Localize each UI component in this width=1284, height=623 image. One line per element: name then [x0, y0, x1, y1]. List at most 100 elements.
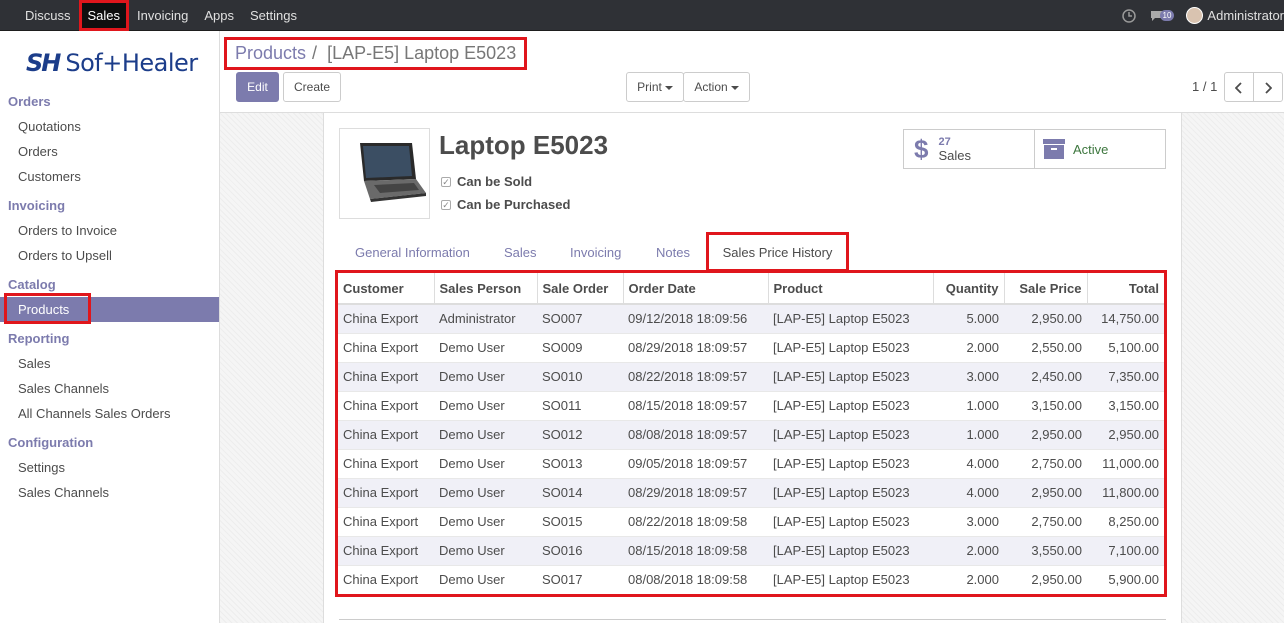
print-dropdown[interactable]: Print	[626, 72, 684, 102]
table-cell: 2,450.00	[1004, 361, 1087, 391]
table-row[interactable]: China Export Demo User SO012 08/08/2018 18:…	[338, 419, 1164, 449]
table-cell: 4.000	[933, 477, 1004, 507]
table-cell: 3,150.00	[1004, 390, 1087, 420]
menu-sales[interactable]: Sales	[78, 0, 130, 31]
column-sales-person[interactable]: Sales Person	[434, 273, 538, 305]
table-cell: 2,550.00	[1004, 332, 1087, 362]
sidebar-item-orders-to-upsell[interactable]: Orders to Upsell	[0, 243, 219, 268]
menu-discuss[interactable]: Discuss	[0, 0, 79, 31]
table-row[interactable]: China Export Demo User SO013 09/05/2018 18:…	[338, 448, 1164, 478]
menu-apps[interactable]: Apps	[196, 0, 242, 31]
column-sale-order[interactable]: Sale Order	[537, 273, 624, 305]
sidebar-item-settings[interactable]: Settings	[0, 455, 219, 480]
user-menu[interactable]: Administrator	[1186, 7, 1284, 24]
systray: 10 Administrator	[1121, 0, 1284, 31]
create-button[interactable]: Create	[283, 72, 341, 102]
product-image[interactable]	[339, 128, 430, 219]
table-cell: SO016	[537, 535, 623, 565]
sidebar-item-all-channels-sales-orders[interactable]: All Channels Sales Orders	[0, 401, 219, 426]
pager-next-button[interactable]	[1253, 72, 1283, 102]
column-quantity[interactable]: Quantity	[933, 273, 1005, 305]
table-cell: 3.000	[933, 506, 1004, 536]
table-cell: Demo User	[434, 390, 537, 420]
table-cell: [LAP-E5] Laptop E5023	[768, 477, 933, 507]
avatar	[1186, 7, 1204, 24]
sidebar-item-orders-to-invoice[interactable]: Orders to Invoice	[0, 218, 219, 243]
table-cell: Administrator	[434, 303, 537, 333]
tab-general-information[interactable]: General Information	[355, 245, 470, 260]
sidebar-item-orders[interactable]: Orders	[0, 139, 219, 164]
can-be-purchased-checkbox[interactable]: ✓ Can be Purchased	[441, 197, 570, 212]
active-toggle-button[interactable]: Active	[1034, 129, 1166, 169]
table-row[interactable]: China Export Demo User SO009 08/29/2018 18:…	[338, 332, 1164, 362]
edit-button[interactable]: Edit	[236, 72, 279, 102]
can-be-sold-checkbox[interactable]: ✓ Can be Sold	[441, 174, 532, 189]
table-cell: SO013	[537, 448, 623, 478]
sidebar-item-products[interactable]: Products	[0, 293, 219, 324]
table-cell: SO014	[537, 477, 623, 507]
sales-label: Sales	[938, 148, 971, 163]
chat-icon[interactable]: 10	[1150, 10, 1175, 22]
tab-sales-price-history[interactable]: Sales Price History	[706, 232, 849, 272]
table-cell: Demo User	[434, 477, 537, 507]
table-cell: China Export	[338, 303, 434, 333]
column-order-date[interactable]: Order Date	[623, 273, 769, 305]
sidebar-group-configuration: Configuration	[8, 435, 94, 450]
table-cell: 2,950.00	[1004, 477, 1087, 507]
column-total[interactable]: Total	[1087, 273, 1164, 305]
tab-invoicing[interactable]: Invoicing	[570, 245, 621, 260]
menu-invoicing[interactable]: Invoicing	[129, 0, 196, 31]
pager-value[interactable]: 1 / 1	[1192, 79, 1217, 94]
sidebar-item-customers[interactable]: Customers	[0, 164, 219, 189]
table-cell: [LAP-E5] Laptop E5023	[768, 361, 933, 391]
table-cell: 09/05/2018 18:09:57	[623, 448, 768, 478]
table-cell: 8,250.00	[1087, 506, 1164, 536]
table-cell: 2,750.00	[1004, 506, 1087, 536]
table-row[interactable]: China Export Demo User SO015 08/22/2018 18:…	[338, 506, 1164, 536]
table-cell: [LAP-E5] Laptop E5023	[768, 448, 933, 478]
print-label: Print	[637, 80, 662, 94]
table-row[interactable]: China Export Demo User SO017 08/08/2018 18:…	[338, 564, 1164, 594]
table-cell: [LAP-E5] Laptop E5023	[768, 332, 933, 362]
table-row[interactable]: China Export Administrator SO007 09/12/2018…	[338, 303, 1164, 333]
column-product[interactable]: Product	[768, 273, 934, 305]
table-header-row: Customer Sales Person Sale Order Order D…	[338, 273, 1164, 305]
table-cell: China Export	[338, 477, 434, 507]
table-row[interactable]: China Export Demo User SO011 08/15/2018 18:…	[338, 390, 1164, 420]
sidebar-item-sales-channels[interactable]: Sales Channels	[0, 376, 219, 401]
table-cell: 08/08/2018 18:09:57	[623, 419, 768, 449]
table-cell: 08/29/2018 18:09:57	[623, 477, 768, 507]
tab-sales[interactable]: Sales	[504, 245, 537, 260]
pager-previous-button[interactable]	[1224, 72, 1254, 102]
table-row[interactable]: China Export Demo User SO014 08/29/2018 18:…	[338, 477, 1164, 507]
column-sale-price[interactable]: Sale Price	[1004, 273, 1088, 305]
sidebar-item-sales[interactable]: Sales	[0, 351, 219, 376]
menu-settings[interactable]: Settings	[242, 0, 305, 31]
table-cell: [LAP-E5] Laptop E5023	[768, 390, 933, 420]
sidebar-group-invoicing: Invoicing	[8, 198, 66, 213]
action-dropdown[interactable]: Action	[683, 72, 750, 102]
breadcrumb-products-link[interactable]: Products	[235, 43, 306, 64]
can-be-sold-label: Can be Sold	[457, 174, 533, 189]
table-cell: 5.000	[933, 303, 1004, 333]
clock-icon[interactable]	[1121, 8, 1136, 23]
table-cell: 5,100.00	[1087, 332, 1164, 362]
table-cell: [LAP-E5] Laptop E5023	[768, 419, 933, 449]
table-cell: 3,550.00	[1004, 535, 1087, 565]
table-cell: SO015	[537, 506, 623, 536]
breadcrumb: Products / [LAP-E5] Laptop E5023	[224, 37, 528, 70]
column-customer[interactable]: Customer	[338, 273, 435, 305]
sidebar-item-quotations[interactable]: Quotations	[0, 114, 219, 139]
table-cell: 2,750.00	[1004, 448, 1087, 478]
table-cell: 2.000	[933, 535, 1004, 565]
product-name: Laptop E5023	[439, 130, 609, 160]
can-be-purchased-label: Can be Purchased	[457, 197, 571, 212]
sales-smart-button[interactable]: $ 27 Sales	[903, 129, 1035, 169]
table-row[interactable]: China Export Demo User SO010 08/22/2018 18:…	[338, 361, 1164, 391]
table-cell: Demo User	[434, 564, 537, 594]
table-row[interactable]: China Export Demo User SO016 08/15/2018 18:…	[338, 535, 1164, 565]
sidebar-item-config-sales-channels[interactable]: Sales Channels	[0, 480, 219, 505]
chevron-down-icon	[664, 85, 673, 90]
breadcrumb-current: [LAP-E5] Laptop E5023	[327, 43, 517, 63]
tab-notes[interactable]: Notes	[656, 245, 690, 260]
